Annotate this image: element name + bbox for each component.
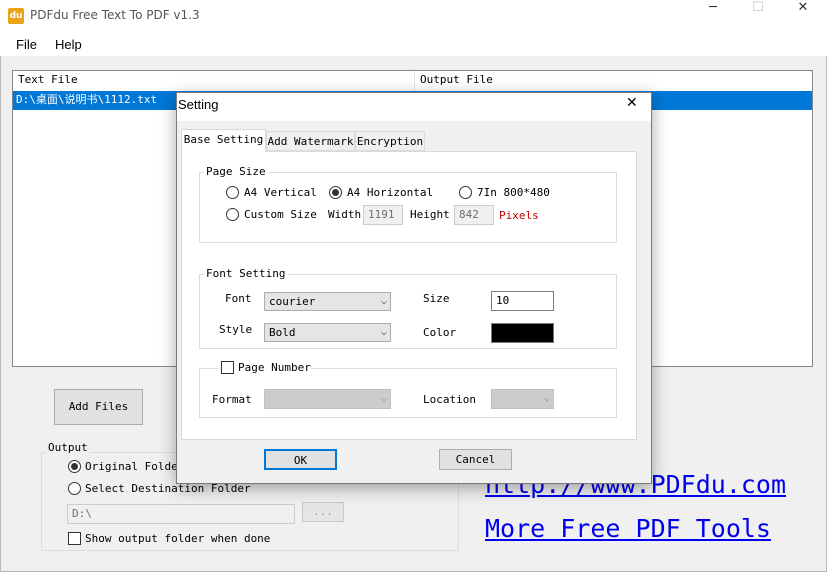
pixels-unit-label: Pixels [499, 209, 539, 222]
menu-file[interactable]: File [16, 37, 37, 52]
dialog-title-bar [177, 93, 651, 121]
show-folder-label[interactable]: Show output folder when done [85, 532, 270, 545]
chevron-down-icon: ⌵ [543, 393, 550, 404]
chevron-down-icon: ⌵ [380, 296, 387, 307]
width-field[interactable]: 1191 [363, 205, 403, 225]
dialog-close-button[interactable]: ✕ [626, 95, 638, 111]
font-label: Font [225, 292, 252, 305]
menu-help[interactable]: Help [55, 37, 82, 52]
ok-button[interactable]: OK [264, 449, 337, 470]
a4-horizontal-radio[interactable] [329, 186, 342, 199]
browse-button[interactable]: ... [302, 502, 344, 522]
tab-add-watermark[interactable]: Add Watermark [266, 131, 355, 151]
tab-base-setting[interactable]: Base Setting [181, 129, 266, 152]
size-label: Size [423, 292, 450, 305]
font-select[interactable]: courier ⌵ [264, 292, 391, 311]
original-folder-radio[interactable] [68, 460, 81, 473]
cancel-button[interactable]: Cancel [439, 449, 512, 470]
dialog-title: Setting [178, 97, 219, 112]
a4-vertical-radio[interactable] [226, 186, 239, 199]
a4-horizontal-label[interactable]: A4 Horizontal [347, 186, 433, 199]
font-setting-group [199, 274, 617, 349]
size-field[interactable]: 10 [491, 291, 554, 311]
text-file-cell: D:\桌面\说明书\1112.txt [16, 93, 158, 106]
seven-inch-radio[interactable] [459, 186, 472, 199]
a4-vertical-label[interactable]: A4 Vertical [244, 186, 317, 199]
select-destination-radio[interactable] [68, 482, 81, 495]
font-color-swatch[interactable] [491, 323, 554, 343]
format-select[interactable]: ⌵ [264, 389, 391, 409]
custom-size-radio[interactable] [226, 208, 239, 221]
minimize-button[interactable]: ─ [690, 0, 736, 31]
custom-size-label[interactable]: Custom Size [244, 208, 317, 221]
page-number-group [199, 368, 617, 418]
height-label: Height [410, 208, 450, 221]
output-path-field[interactable]: D:\ [67, 504, 295, 524]
location-select[interactable]: ⌵ [491, 389, 554, 409]
show-folder-checkbox[interactable] [68, 532, 81, 545]
column-header-text-file[interactable]: Text File [13, 71, 414, 90]
chevron-down-icon: ⌵ [380, 327, 387, 338]
original-folder-label[interactable]: Original Folder [85, 460, 184, 473]
chevron-down-icon: ⌵ [380, 393, 387, 404]
app-logo-icon: du [8, 8, 24, 24]
format-label: Format [212, 393, 252, 406]
seven-inch-label[interactable]: 7In 800*480 [477, 186, 550, 199]
maximize-button[interactable]: ☐ [735, 0, 781, 31]
color-label: Color [423, 326, 457, 339]
width-label: Width [328, 208, 362, 221]
add-files-button[interactable]: Add Files [54, 389, 143, 425]
menu-bar [0, 31, 827, 56]
page-number-checkbox[interactable] [221, 361, 234, 374]
tab-encryption[interactable]: Encryption [355, 131, 425, 151]
window-title: PDFdu Free Text To PDF v1.3 [30, 8, 200, 22]
page-number-label[interactable]: Page Number [238, 361, 311, 374]
location-label: Location [423, 393, 476, 406]
font-setting-label: Font Setting [204, 267, 288, 280]
close-button[interactable]: ✕ [780, 0, 826, 31]
column-header-output-file[interactable]: Output File [415, 71, 812, 90]
style-select[interactable]: Bold ⌵ [264, 323, 391, 342]
height-field[interactable]: 842 [454, 205, 494, 225]
page-size-label: Page Size [204, 165, 268, 178]
font-select-value: courier [269, 295, 316, 308]
style-label: Style [219, 323, 253, 336]
style-select-value: Bold [269, 326, 296, 339]
more-tools-link[interactable]: More Free PDF Tools [485, 514, 771, 543]
output-group-label: Output [46, 441, 90, 454]
